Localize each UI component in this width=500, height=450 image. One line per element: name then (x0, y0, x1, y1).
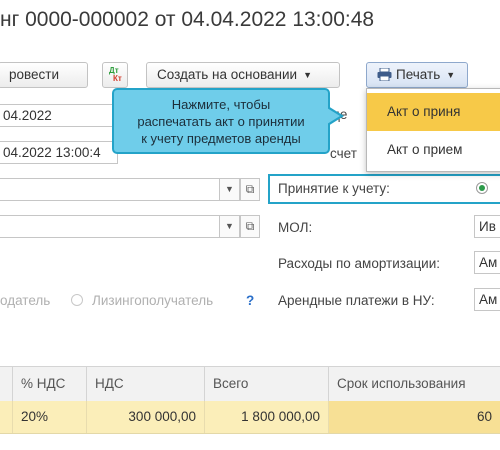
date-value: 04.2022 (3, 108, 52, 123)
row-vat-rate[interactable]: 20% (12, 401, 86, 433)
help-icon[interactable]: ? (246, 293, 254, 308)
column-header-total[interactable]: Всего (204, 367, 328, 401)
table-row[interactable]: 20% 300 000,00 1 800 000,00 60 (0, 401, 500, 434)
lease-payments-value: Ам (479, 292, 498, 307)
datetime-value: 04.2022 13:00:4 (3, 145, 101, 160)
create-based-on-label: Создать на основании (157, 67, 298, 82)
chevron-down-icon[interactable]: ▼ (220, 178, 240, 201)
table-header: % НДС НДС Всего Срок использования (0, 366, 500, 402)
chevron-down-icon: ▼ (303, 70, 312, 80)
print-menu: Акт о приня Акт о прием (366, 88, 500, 172)
tooltip-line-1: Нажмите, чтобы (171, 97, 271, 112)
contract-field[interactable] (0, 215, 220, 238)
print-menu-item-act-acceptance[interactable]: Акт о приня (367, 93, 500, 131)
row-cell (0, 401, 12, 433)
lessee-radio[interactable] (71, 294, 83, 306)
acceptance-label: Принятие к учету: (278, 181, 390, 196)
printer-icon (377, 65, 392, 87)
row-total[interactable]: 1 800 000,00 (204, 401, 328, 433)
open-icon[interactable]: ⧉ (240, 178, 260, 201)
post-button[interactable]: ровести (0, 62, 88, 88)
lessee-label: Лизингополучатель (92, 293, 214, 308)
acceptance-radio[interactable] (476, 182, 488, 194)
print-button[interactable]: Печать ▼ (366, 62, 468, 88)
dt-kt-button[interactable]: Дт Кт (102, 62, 128, 88)
lease-payments-field[interactable]: Ам (474, 288, 500, 311)
date-field[interactable]: 04.2022 (0, 104, 118, 127)
depreciation-label: Расходы по амортизации: (278, 256, 441, 271)
mol-value: Ив (479, 219, 496, 234)
partial-label-mid: счет (330, 146, 357, 161)
open-icon[interactable]: ⧉ (240, 215, 260, 238)
tooltip-line-3: к учету предметов аренды (141, 131, 301, 146)
document-title: нг 0000-000002 от 04.04.2022 13:00:48 (0, 8, 375, 31)
column-header-term[interactable]: Срок использования (328, 367, 500, 401)
role-left-label: одатель (0, 293, 51, 308)
post-button-label: ровести (9, 67, 60, 82)
tooltip-arrow-fill (327, 108, 340, 124)
mol-label: МОЛ: (278, 220, 313, 235)
lease-payments-label: Арендные платежи в НУ: (278, 293, 435, 308)
row-vat[interactable]: 300 000,00 (86, 401, 204, 433)
counterparty-field[interactable] (0, 178, 220, 201)
column-header-vat[interactable]: НДС (86, 367, 204, 401)
column-header[interactable] (0, 367, 12, 401)
depreciation-field[interactable]: Ам (474, 251, 500, 274)
create-based-on-button[interactable]: Создать на основании ▼ (146, 62, 340, 88)
row-term[interactable]: 60 (328, 401, 500, 433)
datetime-field[interactable]: 04.2022 13:00:4 (0, 141, 118, 164)
hint-tooltip: Нажмите, чтобы распечатать акт о приняти… (112, 88, 344, 154)
tooltip-line-2: распечатать акт о принятии (137, 114, 305, 129)
chevron-down-icon: ▼ (446, 70, 456, 80)
depreciation-value: Ам (479, 255, 498, 270)
mol-field[interactable]: Ив (474, 215, 500, 238)
chevron-down-icon[interactable]: ▼ (220, 215, 240, 238)
column-header-vat-rate[interactable]: % НДС (12, 367, 86, 401)
print-button-label: Печать (396, 67, 441, 82)
kt-icon: Кт (113, 74, 122, 83)
print-menu-item-act-receipt[interactable]: Акт о прием (367, 131, 500, 169)
